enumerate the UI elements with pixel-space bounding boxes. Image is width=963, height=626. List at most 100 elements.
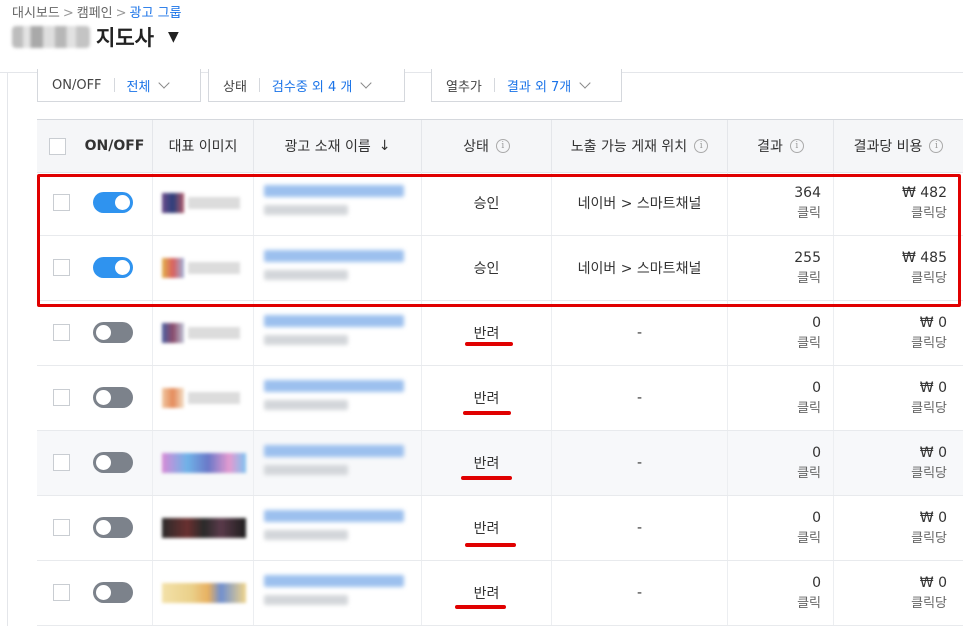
select-all-checkbox[interactable] <box>48 137 66 155</box>
filter-onoff-value: 전체 <box>126 79 151 95</box>
row-select-cell <box>37 496 77 560</box>
row-image-cell <box>152 496 253 560</box>
row-checkbox[interactable] <box>53 454 70 471</box>
row-checkbox[interactable] <box>53 519 70 536</box>
ad-name-redacted[interactable] <box>264 315 404 345</box>
row-image-cell <box>152 431 253 495</box>
info-icon[interactable]: i <box>694 139 709 153</box>
row-status: 반려 <box>421 561 551 625</box>
caret-down-icon[interactable]: ▼ <box>168 29 179 45</box>
panel-divider <box>7 73 8 626</box>
table-row[interactable]: 반려 - 0 클릭 ₩ 0 클릭당 <box>37 366 963 431</box>
row-toggle-cell <box>77 431 152 495</box>
row-toggle-cell <box>77 301 152 365</box>
table-row[interactable]: 반려 - 0 클릭 ₩ 0 클릭당 <box>37 301 963 366</box>
row-result: 0 <box>812 380 821 396</box>
onoff-toggle[interactable] <box>93 452 133 473</box>
row-result-unit: 클릭 <box>797 531 821 546</box>
annotation-underline <box>465 543 516 547</box>
sort-down-icon[interactable]: ↓ <box>379 138 391 154</box>
filter-add-columns[interactable]: 열추가 결과 외 7개 <box>431 69 622 102</box>
row-cost-unit: 클릭당 <box>911 336 947 351</box>
annotation-underline <box>455 605 506 609</box>
chevron-down-icon <box>579 76 591 89</box>
row-select-cell <box>37 561 77 625</box>
row-select-cell <box>37 301 77 365</box>
toggle-knob <box>96 455 111 470</box>
row-select-cell <box>37 366 77 430</box>
ad-name-redacted[interactable] <box>264 380 404 410</box>
page-title: 지도사 <box>96 26 154 50</box>
row-name-cell <box>253 301 421 365</box>
row-cost-cell: ₩ 0 클릭당 <box>833 301 963 365</box>
row-checkbox[interactable] <box>53 389 70 406</box>
breadcrumb-separator: > <box>115 6 127 21</box>
page-header: 대시보드 > 캠페인 > 광고 그룹 지도사 ▼ <box>0 0 963 73</box>
row-image-cell <box>152 301 253 365</box>
row-result-unit: 클릭 <box>797 401 821 416</box>
row-result-cell: 0 클릭 <box>727 431 833 495</box>
info-icon[interactable]: i <box>789 139 804 153</box>
table-header: ON/OFF 대표 이미지 광고 소재 이름 ↓ 상태 i 노출 가능 게재 위치 i… <box>37 119 963 173</box>
row-cost: ₩ 0 <box>919 575 947 591</box>
filter-onoff[interactable]: ON/OFF 전체 <box>37 69 201 102</box>
header-placement: 노출 가능 게재 위치 i <box>551 120 727 172</box>
row-cost-unit: 클릭당 <box>911 596 947 611</box>
filter-status[interactable]: 상태 검수중 외 4 개 <box>208 69 405 102</box>
row-cost: ₩ 0 <box>919 510 947 526</box>
table-row[interactable]: 반려 - 0 클릭 ₩ 0 클릭당 <box>37 431 963 496</box>
chevron-down-icon <box>158 76 171 89</box>
breadcrumb: 대시보드 > 캠페인 > 광고 그룹 <box>12 2 182 21</box>
toggle-knob <box>96 585 111 600</box>
row-placement: - <box>551 561 727 625</box>
filter-status-value: 검수중 외 4 개 <box>271 79 353 95</box>
row-placement: - <box>551 496 727 560</box>
onoff-toggle[interactable] <box>93 517 133 538</box>
row-status: 반려 <box>421 431 551 495</box>
header-status-label: 상태 <box>463 139 489 155</box>
annotation-underline <box>461 476 512 480</box>
page-title-selector[interactable]: 지도사 ▼ <box>12 22 179 52</box>
annotation-underline <box>463 411 511 415</box>
row-result-cell: 0 클릭 <box>727 496 833 560</box>
breadcrumb-campaign[interactable]: 캠페인 <box>77 6 113 21</box>
row-name-cell <box>253 431 421 495</box>
toggle-knob <box>96 325 111 340</box>
row-result-unit: 클릭 <box>797 596 821 611</box>
onoff-toggle[interactable] <box>93 582 133 603</box>
ad-name-redacted[interactable] <box>264 575 404 605</box>
row-name-cell <box>253 561 421 625</box>
onoff-toggle[interactable] <box>93 387 133 408</box>
onoff-toggle[interactable] <box>93 322 133 343</box>
toggle-knob <box>96 390 111 405</box>
row-image-cell <box>152 366 253 430</box>
breadcrumb-separator: > <box>62 6 74 21</box>
row-placement: - <box>551 301 727 365</box>
row-cost: ₩ 0 <box>919 380 947 396</box>
header-cost-label: 결과당 비용 <box>853 139 923 155</box>
row-name-cell <box>253 496 421 560</box>
row-cost-unit: 클릭당 <box>911 466 947 481</box>
redacted-name <box>12 26 90 48</box>
row-status: 반려 <box>421 366 551 430</box>
ad-name-redacted[interactable] <box>264 445 404 475</box>
table-row[interactable]: 반려 - 0 클릭 ₩ 0 클릭당 <box>37 561 963 626</box>
row-placement: - <box>551 366 727 430</box>
row-result: 0 <box>812 575 821 591</box>
row-select-cell <box>37 431 77 495</box>
row-checkbox[interactable] <box>53 324 70 341</box>
filter-status-label: 상태 <box>223 79 247 95</box>
row-result-cell: 0 클릭 <box>727 561 833 625</box>
row-result-cell: 0 클릭 <box>727 301 833 365</box>
breadcrumb-dashboard[interactable]: 대시보드 <box>12 6 60 21</box>
row-cost-cell: ₩ 0 클릭당 <box>833 431 963 495</box>
table-row[interactable]: 반려 - 0 클릭 ₩ 0 클릭당 <box>37 496 963 561</box>
header-name[interactable]: 광고 소재 이름 ↓ <box>253 120 421 172</box>
row-image-cell <box>152 561 253 625</box>
row-toggle-cell <box>77 561 152 625</box>
row-checkbox[interactable] <box>53 584 70 601</box>
row-cost-unit: 클릭당 <box>911 401 947 416</box>
ad-name-redacted[interactable] <box>264 510 404 540</box>
info-icon[interactable]: i <box>929 139 944 153</box>
info-icon[interactable]: i <box>495 139 510 153</box>
